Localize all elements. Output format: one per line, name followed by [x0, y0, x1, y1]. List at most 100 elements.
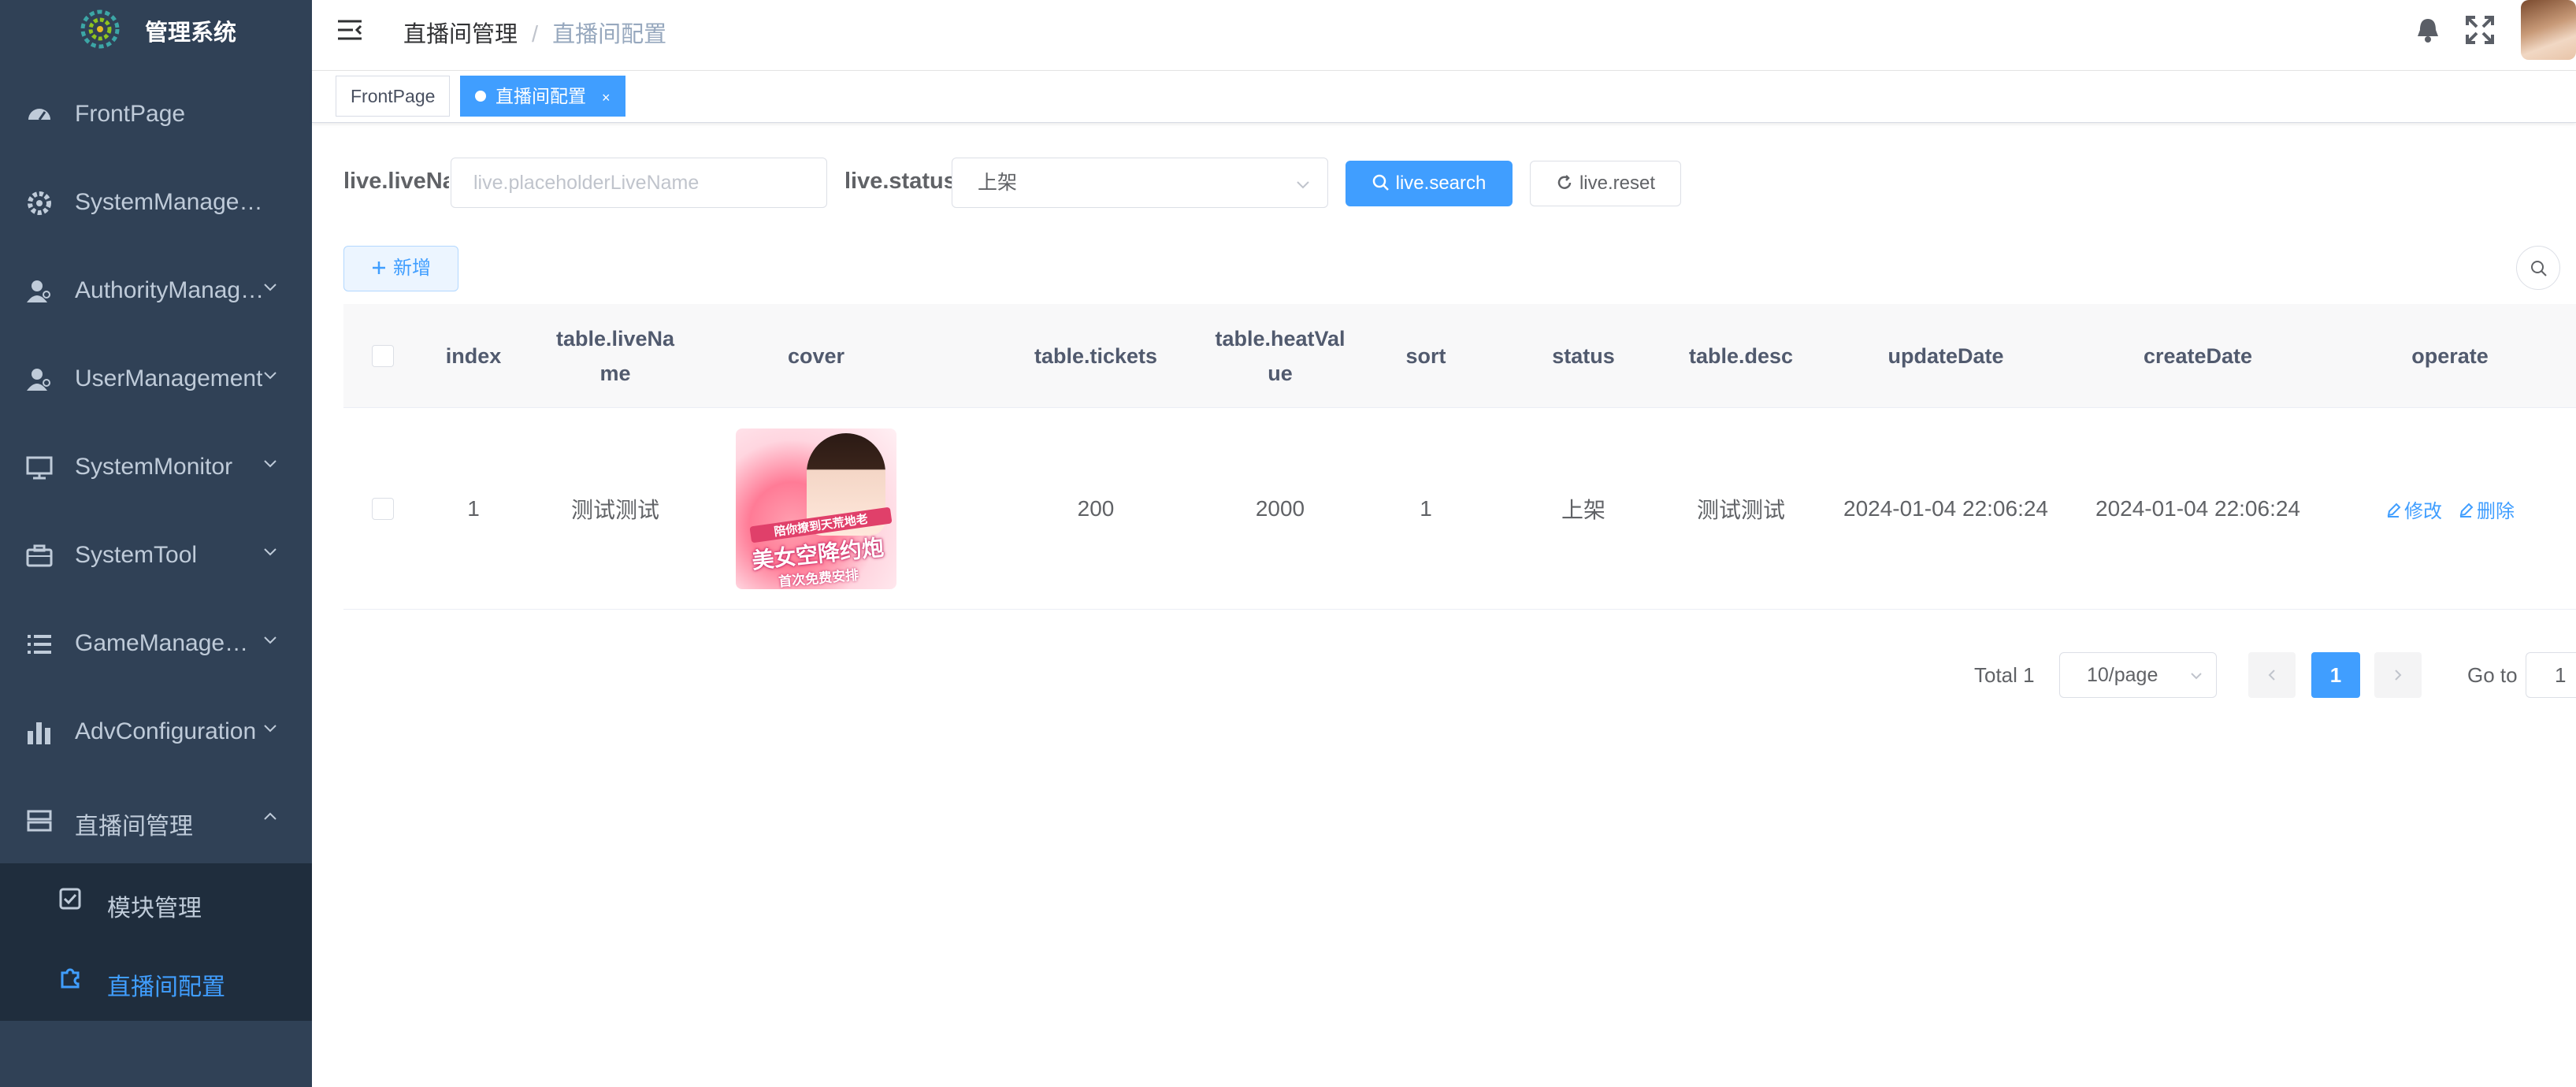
column-header: operate — [2411, 344, 2489, 368]
chevron-up-icon — [264, 812, 277, 820]
breadcrumb-current: 直播间配置 — [552, 22, 667, 47]
user-icon — [27, 369, 50, 391]
sidebar-item-game-management[interactable]: GameManagement — [0, 600, 312, 688]
search-button[interactable]: live.search — [1346, 161, 1513, 206]
user-icon — [27, 280, 50, 302]
column-header: index — [445, 344, 502, 368]
column-header: table.tickets — [1034, 344, 1158, 368]
cover-image[interactable]: 陪你撩到天荒地老 美女空降约炮 首次免费安排 — [736, 428, 896, 589]
sidebar-item-label: FrontPage — [75, 101, 186, 127]
search-icon — [2531, 261, 2547, 276]
gear-icon — [28, 191, 51, 215]
sidebar-item-label: GameManagement — [75, 630, 268, 656]
close-icon[interactable]: × — [602, 90, 611, 106]
delete-button-label: 删除 — [2477, 500, 2515, 522]
column-header: createDate — [2143, 344, 2253, 368]
column-header: table.heatValue — [1215, 327, 1346, 385]
reset-button-label: live.reset — [1579, 173, 1656, 194]
sidebar-subitem-label: 直播间配置 — [107, 974, 225, 1000]
edit-icon — [2459, 503, 2474, 518]
top-navbar: 直播间管理 / 直播间配置 — [312, 0, 2576, 71]
bar-chart-icon — [28, 722, 50, 744]
chevron-down-icon — [1297, 181, 1309, 189]
search-icon — [1372, 174, 1389, 191]
cell-cover: 陪你撩到天荒地老 美女空降约炮 首次免费安排 — [682, 408, 950, 610]
row-checkbox[interactable] — [372, 498, 394, 520]
sidebar-item-user-management[interactable]: UserManagement — [0, 336, 312, 424]
table-row: 1 测试测试 陪你撩到天荒地老 美女空降约炮 首次免费安排 200 2000 1… — [343, 408, 2576, 610]
status-label: live.status — [844, 169, 956, 194]
page-number-current[interactable]: 1 — [2311, 652, 2360, 698]
status-select-value: 上架 — [978, 172, 1018, 194]
cell-tickets: 200 — [1077, 496, 1115, 521]
tags-view: FrontPage 直播间配置 × — [312, 71, 2576, 123]
avatar[interactable] — [2521, 0, 2576, 60]
select-all-cell — [343, 304, 422, 408]
sidebar-item-label: SystemTool — [75, 542, 198, 568]
cell-update-date: 2024-01-04 22:06:24 — [1843, 496, 2048, 521]
pagination-total: Total 1 — [1974, 663, 2035, 687]
breadcrumb: 直播间管理 / 直播间配置 — [403, 16, 666, 49]
sidebar-subitem-module-management[interactable]: 模块管理 — [0, 863, 312, 942]
column-header: table.desc — [1688, 344, 1794, 368]
hamburger-icon[interactable] — [336, 16, 364, 44]
sidebar-item-system-tool[interactable]: SystemTool — [0, 512, 312, 600]
toggle-search-button[interactable] — [2516, 246, 2560, 290]
chevron-down-icon — [264, 548, 277, 556]
edit-icon — [2387, 503, 2401, 518]
live-name-input[interactable]: live.placeholderLiveName — [451, 158, 827, 208]
cell-status: 上架 — [1561, 498, 1605, 522]
app-title: 管理系统 — [145, 20, 237, 46]
logo[interactable]: 管理系统 — [0, 0, 312, 57]
bell-icon[interactable] — [2412, 14, 2444, 46]
sidebar-subitem-live-room-config[interactable]: 直播间配置 — [0, 942, 312, 1021]
status-select[interactable]: 上架 — [952, 158, 1328, 208]
chevron-down-icon — [264, 636, 277, 644]
page-size-value: 10/page — [2087, 664, 2158, 686]
sidebar-item-authority-management[interactable]: AuthorityManagement — [0, 247, 312, 336]
plus-icon — [373, 261, 385, 274]
tag-label: FrontPage — [351, 86, 436, 106]
goto-page-input[interactable]: 1 — [2526, 652, 2576, 698]
toolbox-icon — [26, 544, 53, 567]
reset-button[interactable]: live.reset — [1530, 161, 1681, 206]
dashboard-icon — [28, 109, 50, 121]
search-button-label: live.search — [1395, 173, 1487, 194]
fullscreen-icon[interactable] — [2464, 14, 2496, 46]
sidebar-item-frontpage[interactable]: FrontPage — [0, 71, 312, 159]
cell-heat-value: 2000 — [1255, 496, 1305, 521]
live-name-label: live.liveName — [343, 169, 449, 194]
sidebar-item-label: SystemManagement — [75, 189, 268, 215]
prev-page-button[interactable] — [2248, 652, 2296, 698]
sidebar-item-system-monitor[interactable]: SystemMonitor — [0, 424, 312, 512]
page-size-select[interactable]: 10/page — [2059, 652, 2217, 698]
chevron-left-icon — [2268, 670, 2275, 681]
breadcrumb-item[interactable]: 直播间管理 — [403, 22, 518, 47]
list-icon — [28, 635, 51, 654]
column-header: cover — [787, 344, 845, 368]
logo-icon — [80, 9, 120, 49]
sidebar-item-adv-configuration[interactable]: AdvConfiguration — [0, 688, 312, 777]
goto-label: Go to — [2467, 663, 2518, 687]
breadcrumb-separator: / — [532, 22, 539, 47]
live-name-placeholder: live.placeholderLiveName — [473, 172, 700, 194]
select-all-checkbox[interactable] — [372, 345, 394, 367]
sidebar-item-system-management[interactable]: SystemManagement — [0, 159, 312, 247]
column-header: status — [1552, 344, 1615, 368]
delete-button[interactable]: 删除 — [2458, 495, 2515, 523]
chevron-down-icon — [264, 725, 277, 733]
edit-button[interactable]: 修改 — [2385, 495, 2442, 523]
add-button[interactable]: 新增 — [343, 246, 458, 291]
tag-frontpage[interactable]: FrontPage — [336, 76, 451, 117]
cell-operate: 修改 删除 — [2324, 408, 2576, 610]
sidebar-item-label: SystemMonitor — [75, 454, 233, 480]
tag-live-room-config[interactable]: 直播间配置 × — [460, 76, 625, 117]
next-page-button[interactable] — [2374, 652, 2422, 698]
chevron-down-icon — [2191, 673, 2202, 680]
sidebar-item-label: AdvConfiguration — [75, 718, 257, 744]
monitor-icon — [26, 456, 53, 480]
row-select-cell — [343, 408, 422, 610]
goto-page-value: 1 — [2555, 663, 2567, 687]
chevron-down-icon — [264, 284, 277, 291]
sidebar-item-live-room-management[interactable]: 直播间管理 — [0, 777, 312, 865]
